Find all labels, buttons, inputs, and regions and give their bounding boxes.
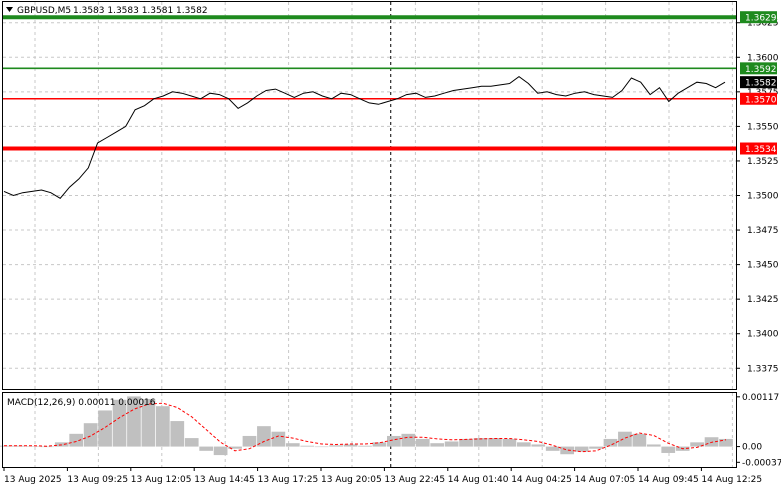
time-tick-label: 14 Aug 01:40 <box>448 475 509 485</box>
time-tick-label: 14 Aug 07:05 <box>575 475 636 485</box>
macd-histogram-bar <box>343 444 358 447</box>
macd-axis: 0.00117 0.00 -0.00037 <box>736 393 781 468</box>
level-tag-label: 1.3629 <box>745 14 777 24</box>
macd-histogram-bar <box>40 446 55 448</box>
price-tick-label: 1.3425 <box>747 295 779 305</box>
price-tick-label: 1.3525 <box>747 157 779 167</box>
price-series-line <box>3 75 726 199</box>
time-tick-label: 13 Aug 20:05 <box>321 475 382 485</box>
macd-histogram-bar <box>184 438 199 447</box>
time-tick-label: 13 Aug 2025 <box>4 475 62 485</box>
macd-histogram-bar <box>242 435 257 447</box>
macd-label: MACD(12,26,9) 0.00011 0.00016 <box>7 398 156 408</box>
macd-histogram-bar <box>329 445 343 447</box>
macd-histogram-bar <box>516 442 531 447</box>
time-tick-label: 13 Aug 12:05 <box>131 475 192 485</box>
price-tick-label: 1.3550 <box>747 122 779 132</box>
price-tick-label: 1.3475 <box>747 226 779 236</box>
time-tick-label: 13 Aug 22:45 <box>384 475 445 485</box>
macd-histogram-bar <box>459 438 473 447</box>
macd-histogram-bar <box>98 410 112 447</box>
price-tick-label: 1.3600 <box>747 53 779 63</box>
level-lines <box>3 15 736 151</box>
macd-histogram-bar <box>560 446 575 455</box>
time-tick-label: 13 Aug 09:25 <box>67 475 128 485</box>
macd-histogram-bar <box>11 445 26 447</box>
macd-histogram-bar <box>415 438 430 447</box>
level-tag-label: 1.3534 <box>745 145 777 155</box>
macd-histogram-bar <box>545 446 560 451</box>
time-tick-label: 13 Aug 14:45 <box>194 475 255 485</box>
symbol-dropdown-icon[interactable] <box>6 7 13 12</box>
macd-tick-label: -0.00037 <box>742 458 781 468</box>
time-tick-label: 14 Aug 04:25 <box>511 475 572 485</box>
macd-histogram-bar <box>430 443 445 447</box>
macd-histogram-bar <box>387 435 401 447</box>
ohlc-values: 1.3583 1.3583 1.3581 1.3582 <box>73 6 208 16</box>
main-grid <box>3 2 736 389</box>
macd-histogram-bar <box>661 446 676 453</box>
macd-histogram-bar <box>69 433 84 447</box>
time-tick-label: 14 Aug 09:45 <box>638 475 699 485</box>
macd-histogram-bar <box>444 441 459 447</box>
macd-histogram-bar <box>155 406 170 447</box>
macd-histogram-bar <box>502 438 517 447</box>
macd-histogram-bar <box>618 431 632 447</box>
level-tag-label: 1.3592 <box>745 65 777 75</box>
price-tick-label: 1.3400 <box>747 330 779 340</box>
macd-histogram-bar <box>531 444 546 447</box>
macd-histogram-bar <box>632 433 647 447</box>
macd-histogram-bar <box>83 423 98 447</box>
price-tick-label: 1.3500 <box>747 192 779 202</box>
macd-histogram-bar <box>646 444 661 447</box>
chart-root[interactable]: 1.36251.36001.35751.35501.35251.35001.34… <box>0 0 781 489</box>
current-price-label: 1.3582 <box>745 79 777 89</box>
macd-histogram-bar <box>372 442 387 447</box>
macd-histogram-bar <box>603 438 618 447</box>
macd-tick-label: 0.00117 <box>742 393 779 403</box>
macd-signal-line <box>4 402 727 453</box>
macd-histogram-bar <box>300 445 315 447</box>
price-tick-label: 1.3375 <box>747 364 779 374</box>
macd-histogram-bar <box>213 446 228 456</box>
time-tick-label: 14 Aug 12:25 <box>701 475 762 485</box>
time-tick-label: 13 Aug 17:25 <box>258 475 319 485</box>
price-tick-label: 1.3450 <box>747 261 779 271</box>
macd-histogram-bar <box>488 438 502 447</box>
macd-histogram-bar <box>199 446 214 451</box>
macd-histogram-bar <box>314 446 329 448</box>
level-tag-label: 1.3570 <box>745 95 777 105</box>
macd-histogram-bar <box>574 446 589 452</box>
macd-tick-label: 0.00 <box>742 443 762 453</box>
level-price-tags: 1.3629 1.3592 1.3570 1.3534 1.3582 <box>740 11 777 155</box>
macd-histogram-bar <box>26 446 40 447</box>
macd-histogram-bar <box>358 445 372 447</box>
time-axis: 13 Aug 2025 13 Aug 09:25 13 Aug 12:05 13 Au… <box>3 467 762 485</box>
macd-histogram-bar <box>589 446 603 449</box>
macd-histogram-bar <box>170 421 185 447</box>
macd-histogram-bar <box>401 433 416 447</box>
symbol-label: GBPUSD,M5 <box>17 6 71 16</box>
macd-histogram-bar <box>271 431 286 447</box>
macd-histogram-bar <box>285 443 300 447</box>
